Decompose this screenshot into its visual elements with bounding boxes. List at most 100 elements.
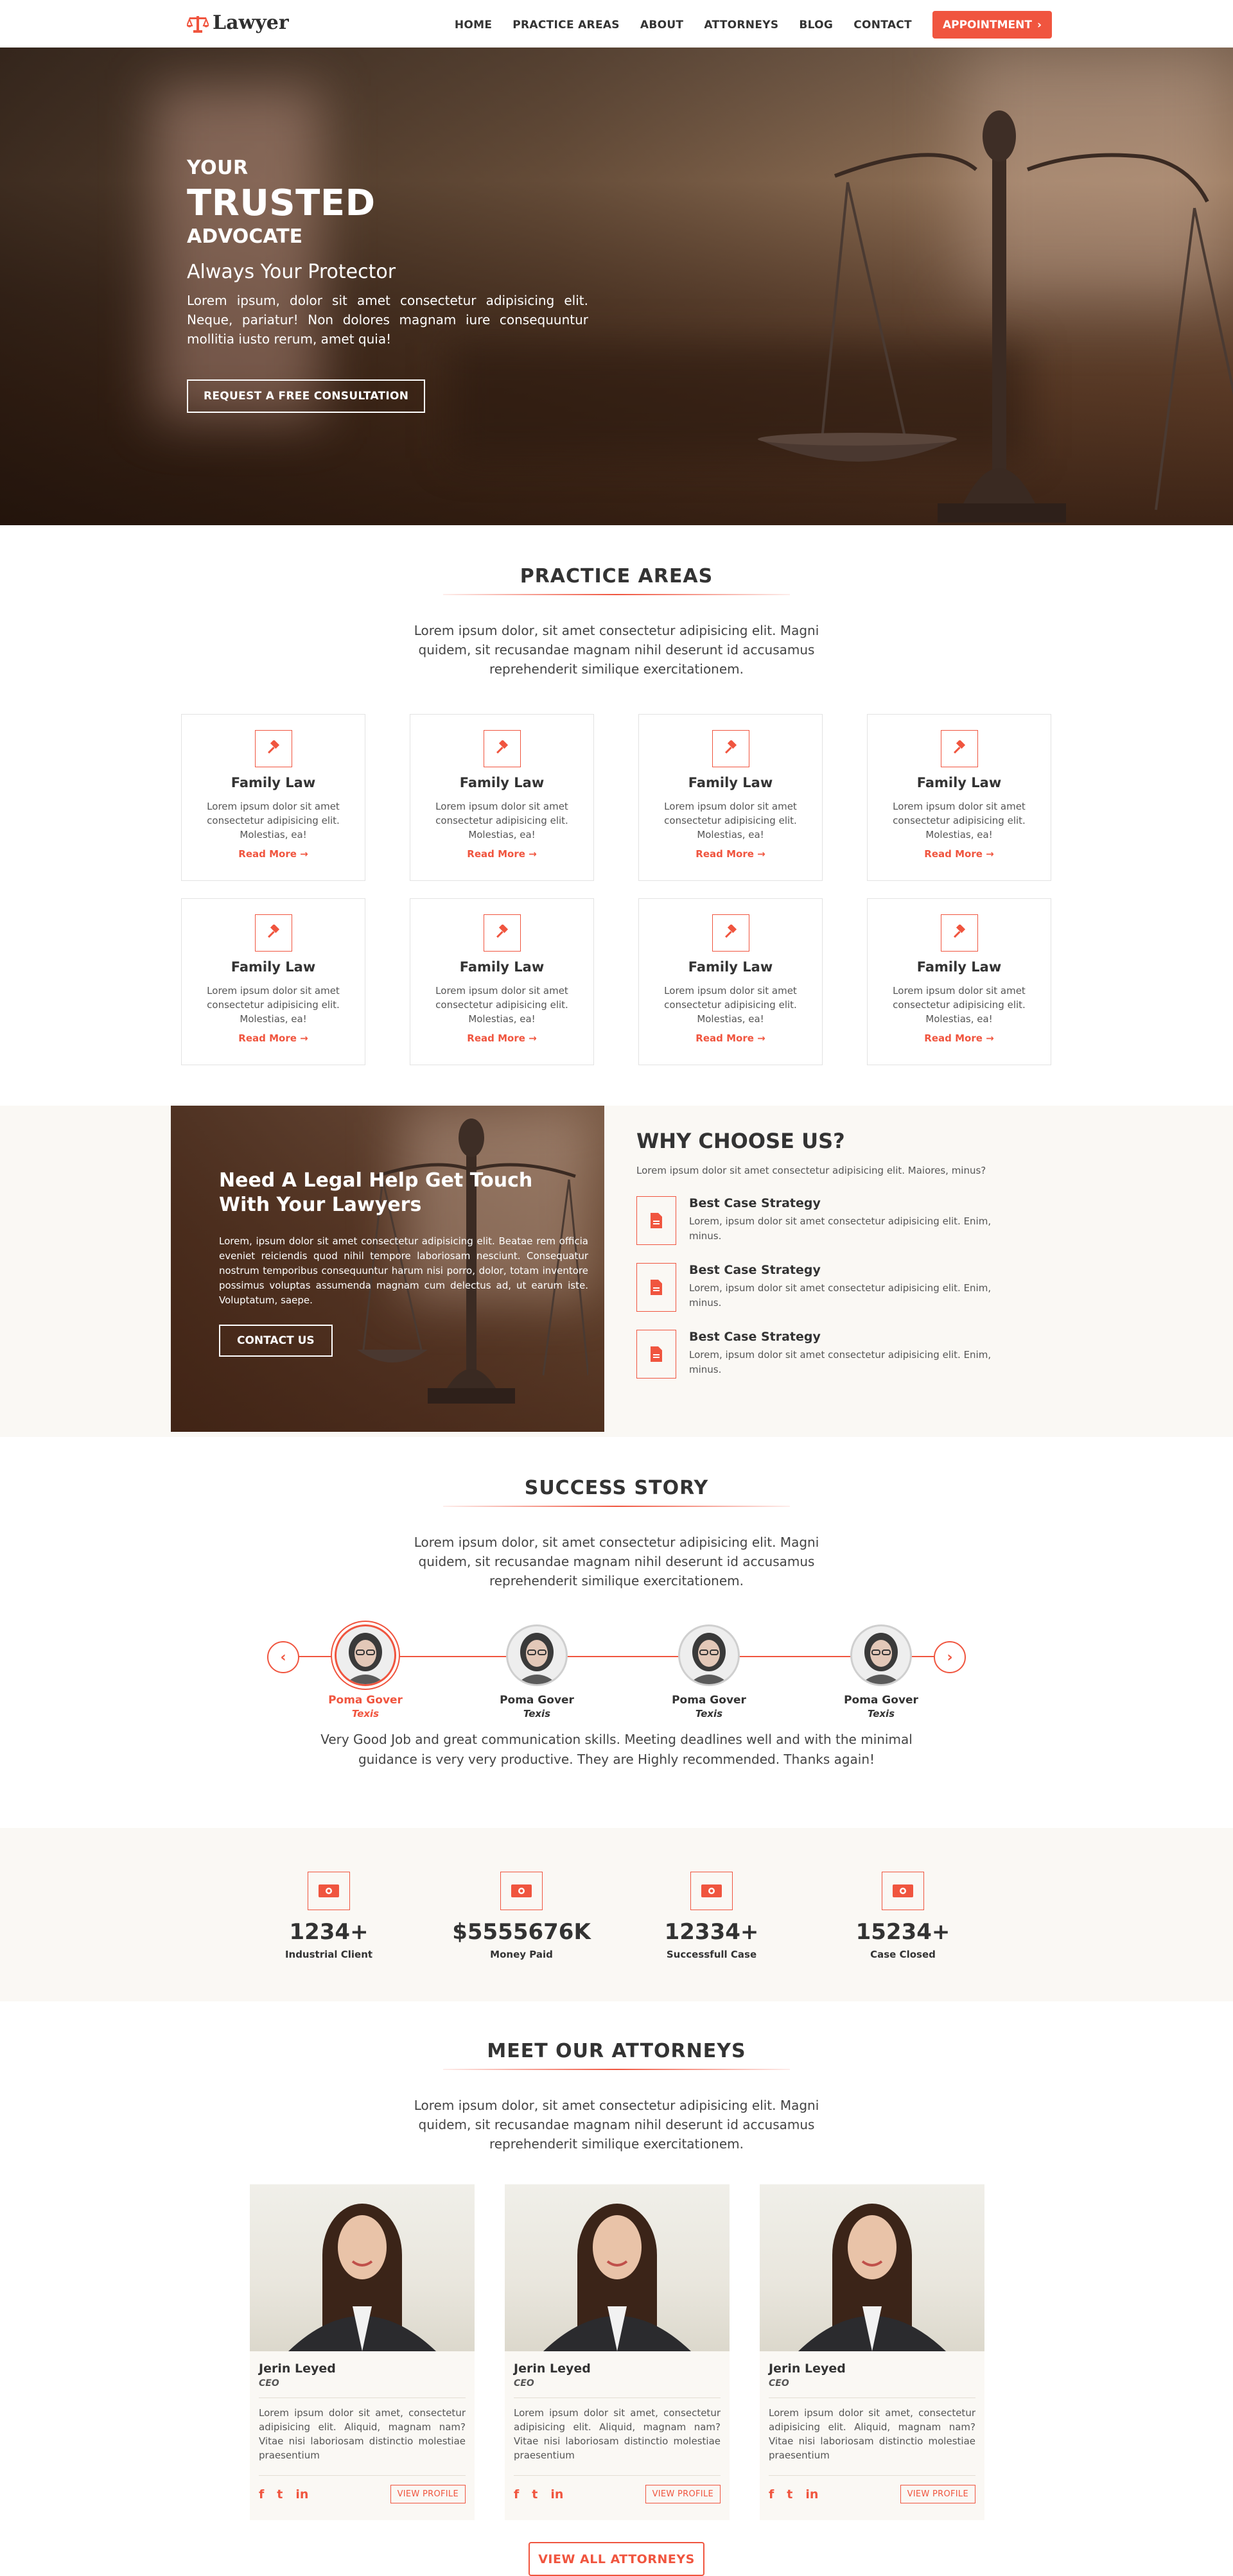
stat-item: 12334+ Successfull Case (641, 1872, 782, 1960)
nav-practice-areas[interactable]: PRACTICE AREAS (512, 12, 620, 38)
facebook-icon[interactable]: f (769, 2487, 774, 2502)
practice-areas-section: PRACTICE AREAS Lorem ipsum dolor, sit am… (0, 565, 1233, 1065)
attorney-photo (250, 2184, 475, 2351)
why-item-text: Lorem, ipsum dolor sit amet consectetur … (689, 1349, 992, 1375)
read-more-link[interactable]: Read More → (410, 848, 593, 860)
attorney-body: Jerin Leyed CEO Lorem ipsum dolor sit am… (250, 2351, 475, 2503)
linkedin-icon[interactable]: in (550, 2487, 563, 2502)
section-title: MEET OUR ATTORNEYS (487, 2040, 746, 2062)
why-item: Best Case Strategy Lorem, ipsum dolor si… (636, 1263, 996, 1312)
read-more-link[interactable]: Read More → (182, 1032, 365, 1044)
hero-subtitle: ADVOCATE (187, 225, 303, 248)
view-profile-button[interactable]: VIEW PROFILE (390, 2485, 466, 2503)
testimonial-text: Very Good Job and great communication sk… (320, 1732, 913, 1767)
practice-card-title: Family Law (916, 959, 1002, 975)
view-profile-button[interactable]: VIEW PROFILE (645, 2485, 721, 2503)
why-title: WHY CHOOSE US? (636, 1129, 845, 1153)
document-icon (636, 1263, 676, 1312)
read-more-link[interactable]: Read More → (410, 1032, 593, 1044)
attorneys-grid: Jerin Leyed CEO Lorem ipsum dolor sit am… (250, 2184, 984, 2520)
main-menu: HOME PRACTICE AREAS ABOUT ATTORNEYS BLOG… (434, 11, 1052, 39)
nav-blog[interactable]: BLOG (799, 12, 833, 38)
testimonial-slider: ‹ › Poma Gover Texis Poma Gover Texis Po… (267, 1621, 966, 1723)
practice-card: Family Law Lorem ipsum dolor sit amet co… (867, 714, 1051, 881)
logo-text: Lawyer (213, 12, 289, 34)
appointment-button[interactable]: APPOINTMENT › (932, 11, 1052, 39)
logo[interactable]: Lawyer (187, 12, 289, 34)
practice-card-title: Family Law (688, 959, 773, 975)
document-icon (636, 1330, 676, 1379)
legal-help-banner: Need A Legal Help Get Touch With Your La… (171, 1106, 604, 1432)
practice-card: Family Law Lorem ipsum dolor sit amet co… (638, 898, 823, 1065)
practice-card-title: Family Law (459, 959, 545, 975)
slider-prev-button[interactable]: ‹ (267, 1641, 299, 1673)
client-avatar (335, 1624, 396, 1686)
client-avatar (850, 1624, 912, 1686)
page: Lawyer HOME PRACTICE AREAS ABOUT ATTORNE… (0, 0, 1233, 2576)
money-icon (308, 1872, 350, 1910)
attorney-bio: Lorem ipsum dolor sit amet, consectetur … (769, 2407, 975, 2461)
hero-content: YOUR TRUSTED ADVOCATE Always Your Protec… (187, 157, 588, 413)
appointment-label: APPOINTMENT (942, 18, 1032, 31)
why-item-body: Best Case Strategy Lorem, ipsum dolor si… (689, 1263, 997, 1312)
gavel-icon (712, 914, 749, 952)
practice-card-text: Lorem ipsum dolor sit amet consectetur a… (435, 985, 568, 1025)
facebook-icon[interactable]: f (514, 2487, 519, 2502)
client-item[interactable]: Poma Gover Texis (308, 1621, 423, 1719)
gavel-icon (254, 914, 292, 952)
contact-us-button[interactable]: CONTACT US (219, 1325, 333, 1357)
attorney-footer: f t in VIEW PROFILE (514, 2475, 721, 2503)
attorney-footer: f t in VIEW PROFILE (769, 2475, 975, 2503)
client-location: Texis (351, 1708, 380, 1719)
free-consultation-button[interactable]: REQUEST A FREE CONSULTATION (187, 379, 426, 413)
practice-card-text: Lorem ipsum dolor sit amet consectetur a… (207, 801, 340, 840)
money-icon (882, 1872, 924, 1910)
twitter-icon[interactable]: t (787, 2487, 792, 2502)
read-more-link[interactable]: Read More → (182, 848, 365, 860)
linkedin-icon[interactable]: in (805, 2487, 818, 2502)
success-story-section: SUCCESS STORY Lorem ipsum dolor, sit ame… (0, 1477, 1233, 1767)
facebook-icon[interactable]: f (259, 2487, 264, 2502)
client-item[interactable]: Poma Gover Texis (823, 1621, 939, 1719)
hero-text: Lorem ipsum, dolor sit amet consectetur … (187, 293, 588, 347)
practice-card-text: Lorem ipsum dolor sit amet consectetur a… (207, 985, 340, 1025)
attorney-name: Jerin Leyed (769, 2362, 846, 2376)
twitter-icon[interactable]: t (277, 2487, 283, 2502)
social-links: f t in (769, 2487, 818, 2502)
title-underline (443, 1506, 790, 1507)
linkedin-icon[interactable]: in (295, 2487, 308, 2502)
stat-label: Industrial Client (284, 1949, 373, 1960)
view-profile-button[interactable]: VIEW PROFILE (900, 2485, 975, 2503)
social-links: f t in (514, 2487, 563, 2502)
nav-contact[interactable]: CONTACT (853, 12, 912, 38)
gavel-icon (712, 730, 749, 767)
nav-about[interactable]: ABOUT (640, 12, 683, 38)
practice-card: Family Law Lorem ipsum dolor sit amet co… (638, 714, 823, 881)
scales-logo-icon (187, 15, 209, 33)
read-more-link[interactable]: Read More → (868, 1032, 1051, 1044)
section-title: SUCCESS STORY (524, 1477, 709, 1499)
twitter-icon[interactable]: t (532, 2487, 538, 2502)
nav-attorneys[interactable]: ATTORNEYS (704, 12, 778, 38)
section-description: Lorem ipsum dolor, sit amet consectetur … (414, 623, 819, 677)
social-links: f t in (259, 2487, 308, 2502)
top-navbar: Lawyer HOME PRACTICE AREAS ABOUT ATTORNE… (0, 0, 1233, 48)
why-item-title: Best Case Strategy (689, 1196, 821, 1210)
attorney-body: Jerin Leyed CEO Lorem ipsum dolor sit am… (505, 2351, 730, 2503)
read-more-link[interactable]: Read More → (868, 848, 1051, 860)
hero-kicker: YOUR (187, 157, 249, 179)
attorney-bio: Lorem ipsum dolor sit amet, consectetur … (514, 2407, 721, 2461)
client-item[interactable]: Poma Gover Texis (479, 1621, 595, 1719)
practice-card-title: Family Law (916, 775, 1002, 790)
read-more-link[interactable]: Read More → (639, 848, 822, 860)
client-item[interactable]: Poma Gover Texis (651, 1621, 767, 1719)
stat-value: $5555676K (452, 1919, 591, 1945)
read-more-link[interactable]: Read More → (639, 1032, 822, 1044)
nav-home[interactable]: HOME (455, 12, 492, 38)
practice-card-text: Lorem ipsum dolor sit amet consectetur a… (664, 801, 797, 840)
why-choose-us-content: WHY CHOOSE US? Lorem ipsum dolor sit ame… (636, 1129, 996, 1379)
stat-item: 15234+ Case Closed (832, 1872, 974, 1960)
practice-card-title: Family Law (231, 775, 316, 790)
view-all-attorneys-button[interactable]: VIEW ALL ATTORNEYS (529, 2542, 704, 2576)
hero-tagline: Always Your Protector (187, 261, 396, 283)
